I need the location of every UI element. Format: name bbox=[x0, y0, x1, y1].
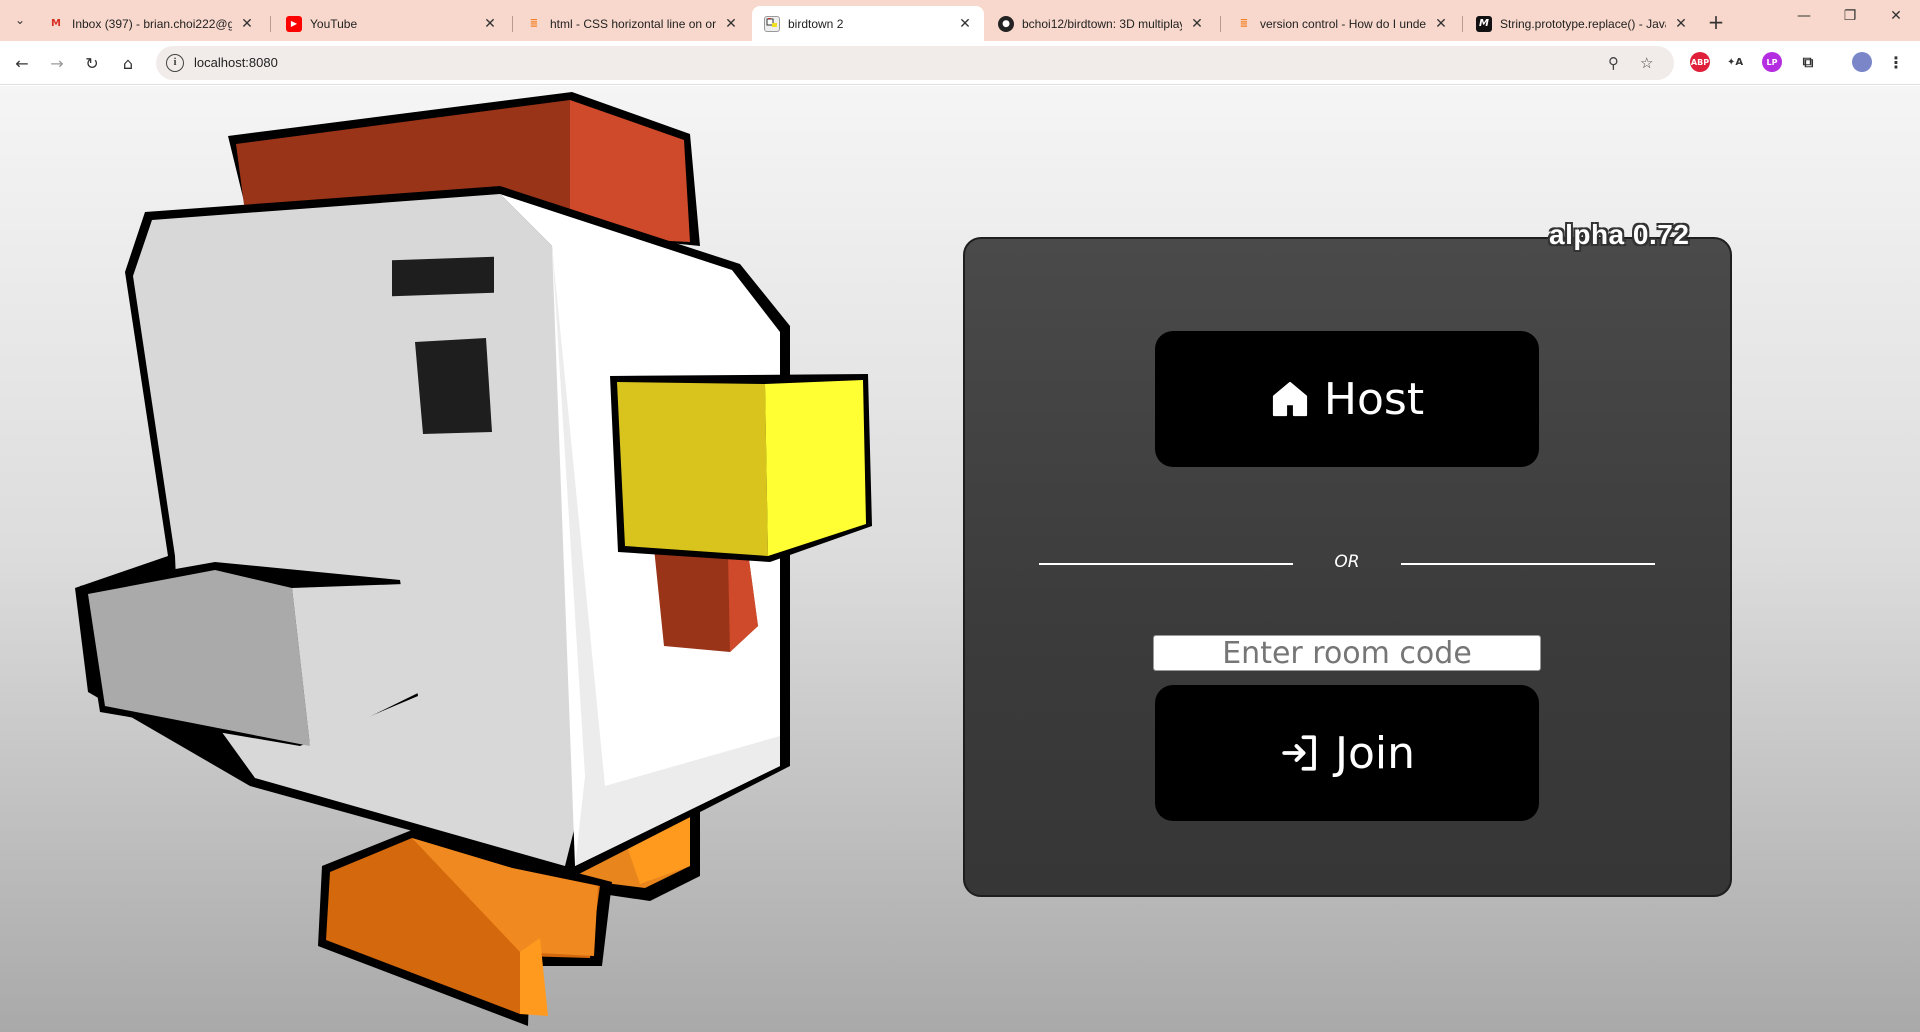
tab-title: html - CSS horizontal line on or bbox=[550, 16, 716, 31]
reload-icon[interactable]: ↻ bbox=[80, 51, 104, 75]
profile-avatar[interactable] bbox=[1852, 52, 1872, 72]
host-button-label: Host bbox=[1323, 373, 1425, 425]
puzzle-icon[interactable]: ⧉ bbox=[1798, 52, 1818, 72]
join-button[interactable]: Join bbox=[1155, 685, 1539, 821]
tab-title: version control - How do I unde bbox=[1260, 16, 1426, 31]
address-bar[interactable]: i localhost:8080 ⚲ ☆ bbox=[156, 46, 1674, 80]
tab-title: YouTube bbox=[310, 16, 358, 31]
minimize-icon[interactable]: — bbox=[1792, 8, 1816, 24]
site-info-icon[interactable]: i bbox=[166, 54, 184, 72]
close-icon[interactable]: ✕ bbox=[956, 15, 974, 33]
url-text: localhost:8080 bbox=[194, 55, 278, 70]
close-icon[interactable]: ✕ bbox=[481, 15, 499, 33]
github-icon: ● bbox=[998, 15, 1014, 32]
close-icon[interactable]: ✕ bbox=[238, 15, 256, 33]
menu-icon[interactable]: ⋮ bbox=[1886, 52, 1906, 72]
browser-toolbar: ← → ↻ ⌂ i localhost:8080 ⚲ ☆ ABP ✦A LP ⧉… bbox=[0, 41, 1920, 85]
close-icon[interactable]: ✕ bbox=[722, 15, 740, 33]
tab-stackoverflow-git[interactable]: ≣ version control - How do I unde ✕ bbox=[1224, 6, 1460, 41]
divider-line-right bbox=[1401, 563, 1655, 565]
zoom-icon[interactable]: ⚲ bbox=[1608, 54, 1619, 72]
tab-title: birdtown 2 bbox=[788, 16, 844, 31]
stackoverflow-icon: ≣ bbox=[1239, 18, 1249, 29]
game-viewport: alpha 0.72 Host OR Join bbox=[0, 86, 1920, 1032]
tab-search-button[interactable]: ⌄ bbox=[8, 8, 32, 32]
stackoverflow-icon: ≣ bbox=[529, 18, 539, 29]
or-divider: OR bbox=[1039, 545, 1655, 585]
chicken-beak bbox=[610, 374, 872, 562]
chicken-character bbox=[75, 92, 872, 1026]
tab-stackoverflow-css[interactable]: ≣ html - CSS horizontal line on or ✕ bbox=[514, 6, 750, 41]
tab-strip: ⌄ M Inbox (397) - brian.choi222@gm ✕ ▶ Y… bbox=[0, 0, 1920, 41]
window-close-icon[interactable]: ✕ bbox=[1884, 8, 1908, 24]
join-button-label: Join bbox=[1334, 727, 1415, 779]
login-icon bbox=[1279, 732, 1321, 774]
close-icon[interactable]: ✕ bbox=[1188, 15, 1206, 33]
bookmark-star-icon[interactable]: ☆ bbox=[1640, 54, 1653, 72]
tab-gmail[interactable]: M Inbox (397) - brian.choi222@gm ✕ bbox=[36, 6, 266, 41]
chicken-eye bbox=[415, 338, 492, 434]
new-tab-button[interactable]: + bbox=[1704, 10, 1728, 34]
home-icon bbox=[1270, 379, 1310, 419]
tab-title: String.prototype.replace() - Java bbox=[1500, 16, 1666, 31]
room-code-input[interactable] bbox=[1153, 635, 1541, 671]
back-icon[interactable]: ← bbox=[10, 51, 34, 75]
extension-purple-icon[interactable]: LP bbox=[1762, 52, 1782, 72]
tab-title: Inbox (397) - brian.choi222@gm bbox=[72, 16, 232, 31]
chicken-wattle bbox=[654, 548, 758, 652]
restore-icon[interactable]: ❐ bbox=[1838, 8, 1862, 24]
chicken-eye-top bbox=[392, 256, 494, 297]
tab-github[interactable]: ● bchoi12/birdtown: 3D multiplay ✕ bbox=[986, 6, 1216, 41]
birdtown-icon bbox=[764, 15, 780, 32]
or-label: OR bbox=[1334, 552, 1360, 572]
tab-birdtown[interactable]: birdtown 2 ✕ bbox=[752, 6, 984, 41]
forward-icon[interactable]: → bbox=[45, 51, 69, 75]
close-icon[interactable]: ✕ bbox=[1432, 15, 1450, 33]
tab-title: bchoi12/birdtown: 3D multiplay bbox=[1022, 16, 1182, 31]
version-label: alpha 0.72 bbox=[1549, 219, 1690, 250]
youtube-icon: ▶ bbox=[286, 15, 302, 32]
abp-icon[interactable]: ABP bbox=[1690, 52, 1710, 72]
mdn-icon: M bbox=[1476, 15, 1492, 32]
gmail-icon: M bbox=[51, 18, 61, 29]
translate-icon[interactable]: ✦A bbox=[1725, 52, 1745, 72]
home-icon[interactable]: ⌂ bbox=[116, 51, 140, 75]
tab-youtube[interactable]: ▶ YouTube ✕ bbox=[274, 6, 509, 41]
host-button[interactable]: Host bbox=[1155, 331, 1539, 467]
tab-mdn[interactable]: M String.prototype.replace() - Java ✕ bbox=[1464, 6, 1700, 41]
close-icon[interactable]: ✕ bbox=[1672, 15, 1690, 33]
